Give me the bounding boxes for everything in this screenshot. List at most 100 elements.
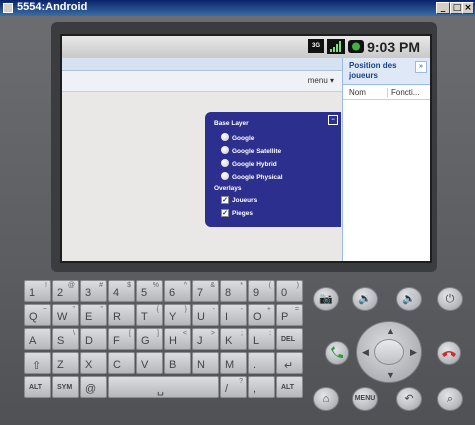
key-v[interactable]: V <box>136 352 163 374</box>
key-shift[interactable]: ⇧ <box>24 352 51 374</box>
key-n[interactable]: N <box>192 352 219 374</box>
key-c[interactable]: C <box>108 352 135 374</box>
key-g[interactable]: G] <box>136 328 163 350</box>
volume-down-button[interactable]: 🔉 <box>352 287 378 311</box>
key-alt-left[interactable]: ALT <box>24 376 51 398</box>
map-header <box>62 58 342 71</box>
key-0[interactable]: 0) <box>276 280 303 302</box>
window-title: 5554:Android <box>17 1 88 13</box>
key-4[interactable]: 4 $ <box>108 280 135 302</box>
key-i[interactable]: I- <box>220 304 247 326</box>
menu-hardware-button[interactable]: MENU <box>352 387 378 411</box>
key-comma[interactable]: , <box>248 376 275 398</box>
key-d[interactable]: D <box>80 328 107 350</box>
search-button[interactable]: ⌕ <box>437 387 463 411</box>
layer-switcher-minimize-icon[interactable]: − <box>328 115 338 125</box>
key-o[interactable]: O + <box>248 304 275 326</box>
key-b[interactable]: B <box>164 352 191 374</box>
overlays-title: Overlays <box>214 185 242 192</box>
key-u[interactable]: U- <box>192 304 219 326</box>
key-p[interactable]: P = <box>276 304 303 326</box>
key-sym[interactable]: SYM <box>52 376 79 398</box>
camera-button[interactable]: 📷 <box>313 287 339 311</box>
power-button[interactable]: ⏻ <box>437 287 463 311</box>
key-5[interactable]: 5% <box>136 280 163 302</box>
key-t[interactable]: T{ <box>136 304 163 326</box>
power-icon: ⏻ <box>445 293 455 305</box>
layer-label-google-satellite: Google Satellite <box>232 148 282 155</box>
key-s[interactable]: S \ <box>52 328 79 350</box>
close-button[interactable]: × <box>462 2 474 14</box>
key-q[interactable]: Q ~ <box>24 304 51 326</box>
key-f[interactable]: F[ <box>108 328 135 350</box>
menu-button[interactable]: menu ▾ <box>308 76 334 85</box>
hardware-keyboard: 1! 2 @ 3 # 4 $ 5% 6 ^ 7 & 8 * 9( 0) Q ~ W " E " R… <box>24 280 316 410</box>
dpad-right-icon[interactable]: ▶ <box>410 347 417 358</box>
key-z[interactable]: Z <box>52 352 79 374</box>
end-call-button[interactable] <box>437 341 461 365</box>
key-r[interactable]: R <box>108 304 135 326</box>
radio-google[interactable] <box>221 133 229 141</box>
minimize-button[interactable]: _ <box>436 2 450 14</box>
dpad-up-icon[interactable]: ▲ <box>386 326 395 336</box>
volume-down-icon: 🔉 <box>358 293 372 305</box>
radio-google-satellite[interactable] <box>221 146 229 154</box>
layer-label-google: Google <box>232 135 255 142</box>
radio-google-hybrid[interactable] <box>221 159 229 167</box>
key-2[interactable]: 2 @ <box>52 280 79 302</box>
app-icon <box>3 3 13 13</box>
key-6[interactable]: 6 ^ <box>164 280 191 302</box>
key-e[interactable]: E " <box>80 304 107 326</box>
key-k[interactable]: K; <box>220 328 247 350</box>
status-time: 9:03 PM <box>367 39 420 55</box>
dpad-left-icon[interactable]: ◀ <box>362 347 369 358</box>
android-status-bar: 3G 9:03 PM <box>62 36 430 58</box>
back-icon: ↶ <box>404 393 414 405</box>
collapse-icon[interactable]: » <box>415 61 427 73</box>
key-l[interactable]: L: <box>248 328 275 350</box>
key-x[interactable]: X <box>80 352 107 374</box>
overlay-label-pieges: Pieges <box>232 210 253 217</box>
key-9[interactable]: 9( <box>248 280 275 302</box>
web-app: menu ▾ − Base Layer Google Google Satell… <box>62 58 430 261</box>
key-w[interactable]: W " <box>52 304 79 326</box>
checkbox-joueurs[interactable]: ✓ <box>221 196 229 204</box>
checkbox-pieges[interactable]: ✓ <box>221 209 229 217</box>
volume-up-button[interactable]: 🔊 <box>396 287 422 311</box>
dpad[interactable]: ▲ ▼ ◀ ▶ <box>356 321 422 383</box>
key-8[interactable]: 8 * <box>220 280 247 302</box>
network-icon: 3G <box>308 39 324 53</box>
key-1[interactable]: 1! <box>24 280 51 302</box>
key-at[interactable]: @ <box>80 376 107 398</box>
search-icon: ⌕ <box>446 393 454 405</box>
panel-header: Position des joueurs » <box>343 58 430 85</box>
overlay-label-joueurs: Joueurs <box>232 197 258 204</box>
key-slash[interactable]: /? <box>220 376 247 398</box>
key-period[interactable]: . <box>248 352 275 374</box>
call-icon <box>329 346 345 363</box>
key-7[interactable]: 7 & <box>192 280 219 302</box>
home-button[interactable]: ⌂ <box>313 387 339 411</box>
key-alt-right[interactable]: ALT <box>276 376 303 398</box>
layer-label-google-physical: Google Physical <box>232 174 283 181</box>
key-j[interactable]: J > <box>192 328 219 350</box>
key-h[interactable]: H < <box>164 328 191 350</box>
radio-google-physical[interactable] <box>221 172 229 180</box>
players-panel: Position des joueurs » Nom Foncti... <box>342 58 430 261</box>
dpad-center-button[interactable] <box>374 339 404 365</box>
back-button[interactable]: ↶ <box>396 387 422 411</box>
key-enter[interactable]: ↵ <box>276 352 303 374</box>
dpad-down-icon[interactable]: ▼ <box>386 370 395 380</box>
key-space[interactable]: ␣ <box>108 376 219 398</box>
column-header-nom[interactable]: Nom <box>349 88 366 97</box>
key-3[interactable]: 3 # <box>80 280 107 302</box>
key-a[interactable]: A <box>24 328 51 350</box>
call-button[interactable] <box>325 341 349 365</box>
grid-header: Nom Foncti... <box>343 85 430 100</box>
key-m[interactable]: M <box>220 352 247 374</box>
key-del[interactable]: DEL <box>276 328 303 350</box>
panel-title: Position des joueurs <box>349 61 397 80</box>
key-y[interactable]: Y} <box>164 304 191 326</box>
column-header-fonction[interactable]: Foncti... <box>387 88 419 97</box>
volume-up-icon: 🔊 <box>402 293 416 305</box>
